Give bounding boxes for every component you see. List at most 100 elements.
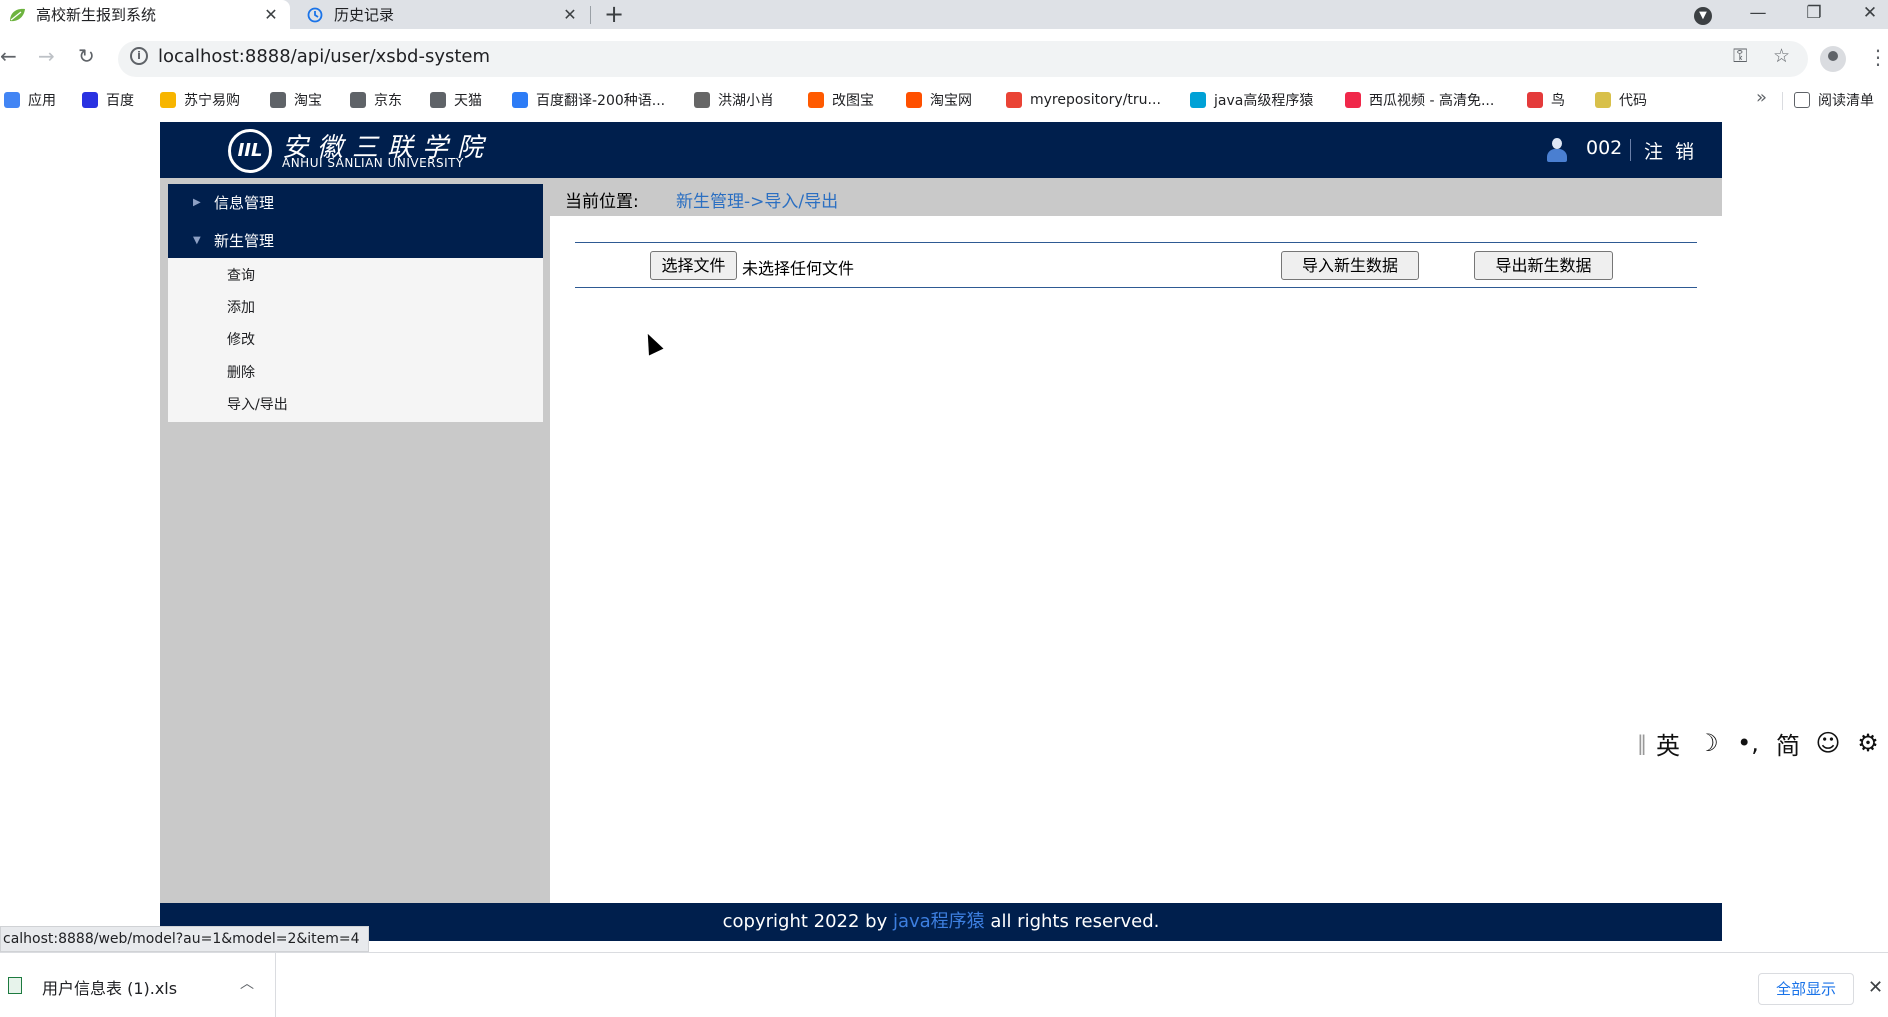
apps-grid-icon [4,92,20,108]
chrome-icon [1006,92,1022,108]
caret-down-icon: ▼ [193,235,201,246]
download-item[interactable]: 用户信息表 (1).xls ︿ [0,953,276,1017]
bookmark-label: 京东 [374,93,402,109]
import-students-button[interactable]: 导入新生数据 [1281,251,1419,280]
reading-list-button[interactable]: 阅读清单 [1794,89,1874,111]
user-icon [1547,138,1567,162]
main-content: 当前位置: 新生管理->导入/导出 选择文件 未选择任何文件 导入新生数据 导出… [550,178,1722,903]
bookmark-item[interactable]: 代码 [1595,89,1647,111]
sidebar-group-label: 信息管理 [214,194,275,212]
chevron-up-icon[interactable]: ︿ [240,973,254,993]
close-downloads-icon[interactable]: ✕ [1868,977,1883,998]
bookmark-label: 百度 [106,93,134,109]
bookmark-item[interactable]: 苏宁易购 [160,89,240,111]
logout-link[interactable]: 注销 [1644,137,1706,164]
choose-file-button[interactable]: 选择文件 [650,251,737,280]
bird-icon [1527,92,1543,108]
bookmark-item[interactable]: myrepository/tru... [1006,89,1161,111]
site-info-icon[interactable]: i [130,47,148,65]
excel-file-icon [8,977,22,994]
ime-punctuation-icon[interactable]: •, [1728,729,1768,757]
bookmark-item[interactable]: 天猫 [430,89,482,111]
maximize-button[interactable]: ❐ [1794,0,1834,29]
url-text[interactable]: localhost:8888/api/user/xsbd-system [158,46,490,67]
tab-xsbd-system[interactable]: 高校新生报到系统 ✕ [0,0,290,29]
sidebar-group-student-management[interactable]: ▼ 新生管理 [168,222,543,260]
sidebar-group-label: 新生管理 [214,232,275,250]
ime-grip-icon[interactable]: ‖ [1636,731,1648,755]
back-arrow-icon[interactable]: ← [0,44,17,68]
import-export-form: 选择文件 未选择任何文件 导入新生数据 导出新生数据 [575,242,1697,288]
reading-list-icon [1794,92,1810,108]
translate-icon [512,92,528,108]
sidebar-item-delete[interactable]: 删除 [227,362,255,382]
tab-title: 历史记录 [334,6,395,24]
bookmark-item[interactable]: 改图宝 [808,89,874,111]
xigua-icon [1345,92,1361,108]
minimize-button[interactable]: — [1738,0,1778,29]
file-status-text: 未选择任何文件 [742,259,855,278]
ime-emoji-icon[interactable]: ☺ [1808,729,1848,757]
bookmark-item[interactable]: 淘宝 [270,89,322,111]
close-window-button[interactable]: ✕ [1850,0,1888,29]
bookmark-item[interactable]: 百度 [82,89,134,111]
ime-settings-icon[interactable]: ⚙ [1848,729,1888,757]
site-footer: copyright 2022 by java程序猿 all rights res… [160,903,1722,941]
ime-moon-icon[interactable]: ☽ [1688,729,1728,757]
sidebar-group-info-management[interactable]: ▶ 信息管理 [168,184,543,222]
bookmark-label: 西瓜视频 - 高清免... [1369,93,1495,109]
tab-search-icon[interactable]: ▼ [1683,0,1723,29]
profile-avatar-icon[interactable] [1820,46,1846,72]
key-icon[interactable]: ⚿ [1733,45,1747,67]
bookmark-item[interactable]: 洪湖小肖 [694,89,774,111]
tab-history[interactable]: 历史记录 ✕ [294,0,589,29]
download-file-name: 用户信息表 (1).xls [42,979,178,998]
bookmark-item[interactable]: 百度翻译-200种语... [512,89,665,111]
bookmark-label: 天猫 [454,93,482,109]
reload-icon[interactable]: ↻ [78,44,95,68]
bookmark-item[interactable]: 应用 [4,89,56,111]
tab-close-icon[interactable]: ✕ [559,5,581,24]
downloads-bar: 用户信息表 (1).xls ︿ 全部显示 ✕ [0,952,1888,1017]
bookmark-label: 应用 [28,93,56,109]
tab-close-icon[interactable]: ✕ [260,5,282,24]
bookmark-item[interactable]: 淘宝网 [906,89,972,111]
bookmark-item[interactable]: 鸟 [1527,89,1565,111]
sidebar-item-import-export[interactable]: 导入/导出 [227,394,288,414]
tab-title: 高校新生报到系统 [36,6,157,24]
bookmark-label: 改图宝 [832,93,874,109]
browser-menu-icon[interactable]: ⋮ [1868,45,1888,69]
show-all-downloads-button[interactable]: 全部显示 [1758,973,1854,1005]
bookmark-label: 代码 [1619,93,1647,109]
code-icon [1595,92,1611,108]
site-header: IIL 安徽三联学院 ANHUI SANLIAN UNIVERSITY 002 … [160,122,1722,178]
university-name-en: ANHUI SANLIAN UNIVERSITY [282,156,464,170]
image-icon [808,92,824,108]
bookmarks-more-icon[interactable]: » [1756,87,1767,108]
sidebar: ▶ 信息管理 ▼ 新生管理 查询 添加 修改 删除 导入/导出 [160,178,550,903]
ime-toolbar: ‖ 英 ☽ •, 简 ☺ ⚙ [1636,724,1888,762]
sidebar-item-add[interactable]: 添加 [227,297,255,317]
ime-language-toggle[interactable]: 英 [1648,726,1688,761]
bookmark-item[interactable]: 西瓜视频 - 高清免... [1345,89,1494,111]
forward-arrow-icon[interactable]: → [38,44,55,68]
history-icon [307,7,323,22]
bookmark-label: 淘宝网 [930,93,972,109]
bookmark-label: 淘宝 [294,93,322,109]
breadcrumb-path[interactable]: 新生管理->导入/导出 [676,187,838,212]
footer-author-link[interactable]: java程序猿 [893,911,985,932]
new-tab-button[interactable]: + [604,0,624,29]
user-id: 002 [1586,137,1623,159]
export-students-button[interactable]: 导出新生数据 [1474,251,1613,280]
sidebar-item-edit[interactable]: 修改 [227,329,255,349]
baidu-paw-icon [82,92,98,108]
bookmark-star-icon[interactable]: ☆ [1773,45,1790,67]
suning-icon [160,92,176,108]
bookmark-label: 鸟 [1551,93,1565,109]
bookmark-item[interactable]: java高级程序猿 [1190,89,1313,111]
leaf-icon [10,8,25,21]
sidebar-item-query[interactable]: 查询 [227,265,255,285]
bookmark-item[interactable]: 京东 [350,89,402,111]
feather-icon [694,92,710,108]
ime-simplified-toggle[interactable]: 简 [1768,726,1808,761]
